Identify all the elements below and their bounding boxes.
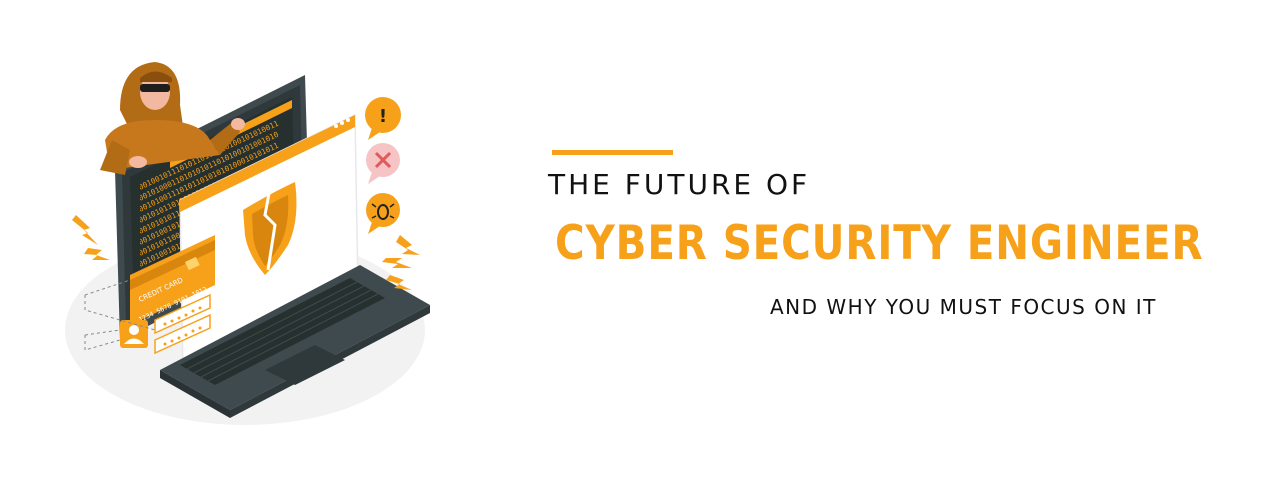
error-icon: [366, 143, 400, 184]
heading-main: CYBER SECURITY ENGINEER: [555, 216, 1204, 271]
heading-top: THE FUTURE OF: [548, 168, 811, 201]
warning-icon: !: [365, 97, 401, 140]
heading-sub: AND WHY YOU MUST FOCUS ON IT: [770, 295, 1157, 319]
bug-icon: [366, 193, 400, 234]
cyber-security-illustration: 0010010111010110101010100101010011 00101…: [65, 62, 430, 425]
svg-text:!: !: [379, 106, 387, 127]
accent-bar: [552, 150, 673, 155]
banner: 0010010111010110101010100101010011 00101…: [0, 0, 1263, 477]
